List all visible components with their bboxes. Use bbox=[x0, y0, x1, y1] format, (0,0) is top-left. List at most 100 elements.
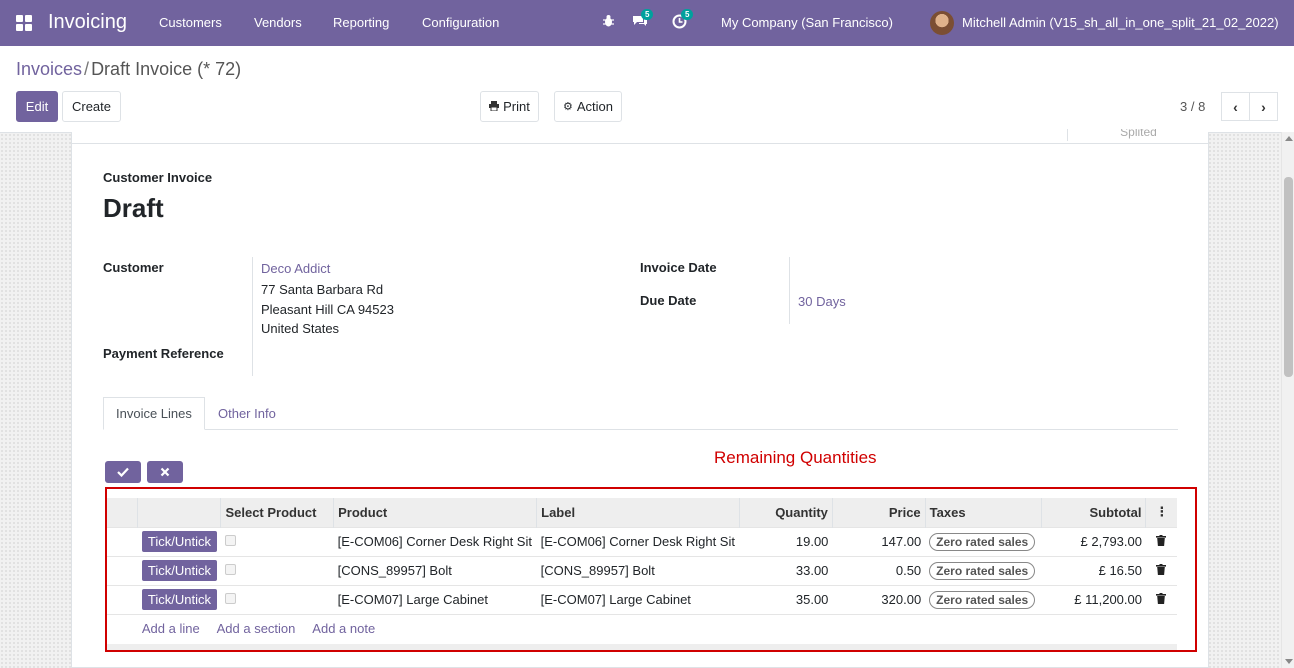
messages-icon[interactable]: 5 bbox=[632, 9, 654, 31]
pager-next-button[interactable]: › bbox=[1249, 92, 1278, 121]
row-label[interactable]: [CONS_89957] Bolt bbox=[536, 555, 740, 585]
unselect-all-button[interactable] bbox=[147, 461, 183, 483]
table-row[interactable]: Tick/Untick [E-COM06] Corner Desk Right … bbox=[107, 526, 1177, 556]
header-price[interactable]: Price bbox=[831, 498, 926, 527]
messages-badge: 5 bbox=[641, 9, 654, 20]
sheet-top-bar bbox=[72, 132, 1208, 144]
pager-counter[interactable]: 3 / 8 bbox=[1180, 99, 1205, 114]
apps-menu-icon[interactable] bbox=[16, 15, 32, 31]
payment-reference-label: Payment Reference bbox=[103, 346, 224, 361]
create-button[interactable]: Create bbox=[62, 91, 121, 122]
chevron-right-icon: › bbox=[1261, 98, 1266, 115]
address-line-2: Pleasant Hill CA 94523 bbox=[261, 302, 394, 317]
menu-vendors[interactable]: Vendors bbox=[254, 15, 302, 30]
customer-label: Customer bbox=[103, 260, 164, 275]
customer-divider bbox=[252, 257, 253, 376]
app-name[interactable]: Invoicing bbox=[48, 11, 127, 34]
row-price[interactable]: 0.50 bbox=[832, 555, 926, 585]
due-date-label: Due Date bbox=[640, 293, 697, 308]
trash-icon[interactable] bbox=[1156, 593, 1167, 607]
select-product-checkbox[interactable] bbox=[224, 535, 236, 546]
row-subtotal: £ 2,793.00 bbox=[1041, 526, 1146, 556]
top-navbar: Invoicing Customers Vendors Reporting Co… bbox=[0, 0, 1294, 46]
row-product[interactable]: [E-COM06] Corner Desk Right Sit bbox=[333, 526, 537, 556]
row-subtotal: £ 16.50 bbox=[1041, 555, 1146, 585]
due-date-value[interactable]: 30 Days bbox=[798, 294, 846, 309]
add-note-link[interactable]: Add a note bbox=[312, 621, 375, 636]
row-price[interactable]: 147.00 bbox=[832, 526, 926, 556]
tax-tag: Zero rated sales bbox=[929, 532, 1036, 551]
print-button[interactable]: Print bbox=[480, 91, 539, 122]
scroll-thumb[interactable] bbox=[1284, 177, 1293, 377]
menu-configuration[interactable]: Configuration bbox=[422, 15, 499, 30]
row-quantity[interactable]: 33.00 bbox=[739, 555, 833, 585]
form-sheet: Splited Customer Invoice Draft Customer … bbox=[71, 129, 1209, 668]
split-ribbon: Splited bbox=[1067, 129, 1209, 141]
header-quantity[interactable]: Quantity bbox=[739, 498, 833, 527]
tick-untick-button[interactable]: Tick/Untick bbox=[141, 531, 217, 552]
company-switcher[interactable]: My Company (San Francisco) bbox=[721, 15, 893, 30]
document-type: Customer Invoice bbox=[103, 170, 213, 185]
select-product-checkbox[interactable] bbox=[224, 564, 236, 575]
activity-clock-icon[interactable]: 5 bbox=[672, 9, 694, 32]
row-price[interactable]: 320.00 bbox=[832, 584, 926, 614]
user-menu[interactable]: Mitchell Admin (V15_sh_all_in_one_split_… bbox=[962, 15, 1279, 30]
row-subtotal: £ 11,200.00 bbox=[1041, 584, 1146, 614]
address-line-3: United States bbox=[261, 321, 340, 336]
row-quantity[interactable]: 35.00 bbox=[739, 584, 833, 614]
scroll-down-icon[interactable] bbox=[1285, 659, 1293, 664]
table-row[interactable]: Tick/Untick [CONS_89957] Bolt [CONS_8995… bbox=[107, 555, 1177, 585]
tick-untick-button[interactable]: Tick/Untick bbox=[141, 560, 217, 581]
vertical-scrollbar[interactable] bbox=[1281, 132, 1294, 668]
header-select-product[interactable]: Select Product bbox=[220, 498, 334, 527]
date-divider bbox=[789, 257, 790, 324]
menu-customers[interactable]: Customers bbox=[159, 15, 222, 30]
activity-badge: 5 bbox=[681, 9, 694, 20]
add-line-link[interactable]: Add a line bbox=[142, 621, 200, 636]
menu-reporting[interactable]: Reporting bbox=[333, 15, 389, 30]
row-handle bbox=[107, 555, 138, 585]
trash-icon[interactable] bbox=[1156, 535, 1167, 549]
tab-other-info[interactable]: Other Info bbox=[206, 397, 288, 430]
row-label[interactable]: [E-COM07] Large Cabinet bbox=[536, 584, 740, 614]
tax-tag: Zero rated sales bbox=[929, 590, 1036, 609]
user-avatar[interactable] bbox=[930, 11, 954, 35]
add-section-link[interactable]: Add a section bbox=[217, 621, 296, 636]
close-icon bbox=[160, 467, 170, 477]
breadcrumb-invoices-link[interactable]: Invoices bbox=[16, 59, 82, 79]
vertical-ellipsis-icon: ⋮ bbox=[1155, 504, 1169, 520]
header-product[interactable]: Product bbox=[333, 498, 537, 527]
header-taxes[interactable]: Taxes bbox=[924, 498, 1042, 527]
action-label: Action bbox=[576, 99, 613, 114]
header-handle bbox=[107, 498, 138, 527]
table-row[interactable]: Tick/Untick [E-COM07] Large Cabinet [E-C… bbox=[107, 584, 1177, 614]
invoice-state-title: Draft bbox=[103, 193, 164, 223]
optional-columns-toggle[interactable]: ⋮ bbox=[1145, 498, 1177, 527]
header-label[interactable]: Label bbox=[536, 498, 740, 527]
row-product[interactable]: [E-COM07] Large Cabinet bbox=[333, 584, 537, 614]
tab-invoice-lines[interactable]: Invoice Lines bbox=[103, 397, 205, 430]
select-all-button[interactable] bbox=[105, 461, 141, 483]
customer-link[interactable]: Deco Addict bbox=[261, 261, 330, 276]
row-quantity[interactable]: 19.00 bbox=[739, 526, 833, 556]
print-icon bbox=[489, 99, 500, 114]
invoice-lines-table: Select Product Product Label Quantity Pr… bbox=[107, 498, 1177, 643]
scroll-up-icon[interactable] bbox=[1285, 136, 1293, 141]
pager-previous-button[interactable]: ‹ bbox=[1221, 92, 1250, 121]
action-button[interactable]: ⚙ Action bbox=[554, 91, 622, 122]
table-footer bbox=[107, 644, 1177, 650]
check-icon bbox=[117, 467, 129, 477]
add-links-row: Add a line Add a section Add a note bbox=[107, 613, 1177, 643]
gear-icon: ⚙ bbox=[562, 101, 573, 113]
breadcrumb-current: Draft Invoice (* 72) bbox=[91, 59, 242, 79]
trash-icon[interactable] bbox=[1156, 564, 1167, 578]
invoice-date-label: Invoice Date bbox=[640, 260, 717, 275]
select-product-checkbox[interactable] bbox=[224, 593, 236, 604]
tick-untick-button[interactable]: Tick/Untick bbox=[141, 589, 217, 610]
row-product[interactable]: [CONS_89957] Bolt bbox=[333, 555, 537, 585]
debug-bug-icon[interactable] bbox=[602, 14, 615, 31]
edit-button[interactable]: Edit bbox=[16, 91, 58, 122]
row-label[interactable]: [E-COM06] Corner Desk Right Sit bbox=[536, 526, 740, 556]
header-subtotal[interactable]: Subtotal bbox=[1040, 498, 1146, 527]
chevron-left-icon: ‹ bbox=[1233, 98, 1238, 115]
